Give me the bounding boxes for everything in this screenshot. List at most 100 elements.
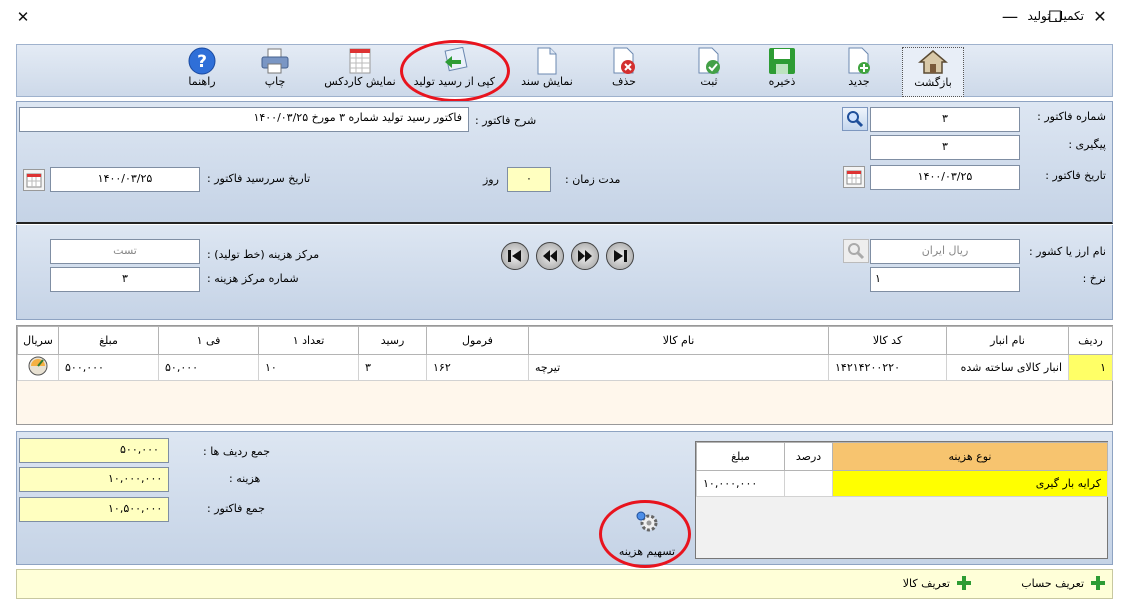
home-icon — [918, 48, 948, 76]
cell-receipt[interactable]: ۳ — [358, 354, 427, 381]
highlight-ellipse-copy — [400, 40, 510, 102]
cell-serial[interactable] — [17, 354, 59, 381]
totals-panel: جمع ردیف ها : ۵۰۰,۰۰۰ هزینه : ۱۰,۰۰۰,۰۰۰… — [16, 431, 1113, 565]
cost-center-label: مرکز هزینه (خط تولید) : — [207, 248, 320, 261]
search-icon — [847, 111, 864, 128]
cost-field[interactable]: ۱۰,۰۰۰,۰۰۰ — [19, 467, 169, 492]
table-row[interactable]: کرایه بار گیری ۱۰,۰۰۰,۰۰۰ — [696, 470, 1108, 497]
show-document-button[interactable]: نمایش سند — [517, 47, 577, 95]
print-button[interactable]: چاپ — [245, 47, 305, 95]
show-cardex-button[interactable]: نمایش کاردکس — [322, 47, 398, 95]
col-quantity[interactable]: تعداد ۱ — [258, 326, 359, 355]
tracking-field[interactable]: ۳ — [870, 135, 1020, 160]
invoice-number-field[interactable]: ۳ — [870, 107, 1020, 132]
col-serial[interactable]: سریال — [17, 326, 59, 355]
invoice-date-picker[interactable] — [843, 166, 865, 188]
due-date-label: تاریخ سررسید فاکتور : — [207, 172, 311, 185]
cost-label: هزینه : — [229, 472, 261, 485]
col-product-name[interactable]: نام کالا — [528, 326, 829, 355]
cost-center-field[interactable]: تست — [50, 239, 200, 264]
col-amount[interactable]: مبلغ — [58, 326, 159, 355]
new-button[interactable]: جدید — [829, 47, 889, 95]
cell-amount[interactable]: ۵۰۰,۰۰۰ — [58, 354, 159, 381]
calendar-grid-icon — [345, 47, 375, 75]
col-cost-type[interactable]: نوع هزینه — [832, 442, 1108, 471]
first-record-button[interactable] — [501, 242, 529, 270]
save-icon — [767, 47, 797, 75]
rate-field[interactable]: ۱ — [870, 267, 1020, 292]
cost-center-no-label: شماره مرکز هزینه : — [207, 272, 299, 285]
col-cost-amount[interactable]: مبلغ — [696, 442, 785, 471]
last-record-button[interactable] — [606, 242, 634, 270]
calendar-icon — [846, 170, 862, 185]
invoice-total-label: جمع فاکتور : — [207, 502, 265, 515]
rate-label: نرخ : — [1082, 272, 1106, 285]
items-header-row: ردیف نام انبار کد کالا نام کالا فرمول رس… — [17, 326, 1113, 355]
cell-cost-amount[interactable]: ۱۰,۰۰۰,۰۰۰ — [696, 470, 785, 497]
invoice-total-field[interactable]: ۱۰,۵۰۰,۰۰۰ — [19, 497, 169, 522]
cell-warehouse[interactable]: انبار کالای ساخته شده — [946, 354, 1069, 381]
col-row[interactable]: ردیف — [1068, 326, 1113, 355]
cost-table: نوع هزینه درصد مبلغ کرایه بار گیری ۱۰,۰۰… — [696, 442, 1108, 497]
cell-percent[interactable] — [784, 470, 833, 497]
cell-quantity[interactable]: ۱۰ — [258, 354, 359, 381]
cell-formula[interactable]: ۱۶۲ — [426, 354, 529, 381]
due-date-field[interactable]: ۱۴۰۰/۰۳/۲۵ — [50, 167, 200, 192]
maximize-icon[interactable]: ☐ — [1040, 6, 1070, 28]
col-warehouse[interactable]: نام انبار — [946, 326, 1069, 355]
currency-label: نام ارز یا کشور : — [1028, 245, 1106, 258]
new-document-icon — [844, 47, 874, 75]
description-label: شرح فاکتور : — [475, 114, 537, 127]
col-percent[interactable]: درصد — [784, 442, 833, 471]
close-icon[interactable]: ✕ — [1085, 6, 1115, 28]
cell-cost-type[interactable]: کرایه بار گیری — [832, 470, 1108, 497]
col-formula[interactable]: فرمول — [426, 326, 529, 355]
skip-last-icon — [614, 250, 627, 262]
delete-icon — [609, 47, 639, 75]
footer-bar: تعریف حساب تعریف کالا — [16, 569, 1113, 599]
search-button[interactable] — [842, 107, 868, 131]
plus-icon — [957, 576, 971, 590]
define-account-button[interactable]: تعریف حساب — [1021, 575, 1106, 591]
save-button[interactable]: ذخیره — [752, 47, 812, 95]
rows-total-field[interactable]: ۵۰۰,۰۰۰ — [19, 438, 169, 463]
highlight-ellipse-allocate — [599, 500, 691, 568]
table-row[interactable]: ۱ انبار کالای ساخته شده ۱۴۲۱۴۲۰۰۲۲۰ تیرچ… — [17, 354, 1113, 381]
cell-row[interactable]: ۱ — [1068, 354, 1113, 381]
cost-center-no-field[interactable]: ۳ — [50, 267, 200, 292]
cell-product-code[interactable]: ۱۴۲۱۴۲۰۰۲۲۰ — [828, 354, 947, 381]
col-unit-price[interactable]: فی ۱ — [158, 326, 259, 355]
cell-unit-price[interactable]: ۵۰,۰۰۰ — [158, 354, 259, 381]
currency-field[interactable]: ریال ایران — [870, 239, 1020, 264]
toolbar: بازگشت جدید ذخیره ثبت حذف نمایش سند کپی … — [16, 44, 1113, 97]
fast-forward-icon — [578, 250, 592, 262]
delete-button[interactable]: حذف — [594, 47, 654, 95]
due-date-picker[interactable] — [23, 169, 45, 191]
currency-search-button[interactable] — [843, 239, 869, 263]
col-receipt[interactable]: رسید — [358, 326, 427, 355]
confirm-button[interactable]: ثبت — [679, 47, 739, 95]
rows-total-label: جمع ردیف ها : — [203, 445, 271, 458]
window-controls: — ☐ ✕ — [0, 0, 1130, 34]
col-product-code[interactable]: کد کالا — [828, 326, 947, 355]
skip-first-icon — [508, 250, 521, 262]
cost-header-row: نوع هزینه درصد مبلغ — [696, 442, 1108, 471]
header-panel: شماره فاکتور : ۳ پیگیری : ۳ تاریخ فاکتور… — [16, 101, 1113, 224]
duration-label: مدت زمان : — [565, 173, 621, 186]
duration-field[interactable]: ۰ — [507, 167, 551, 192]
rewind-icon — [543, 250, 557, 262]
description-field[interactable]: فاکتور رسید تولید شماره ۳ مورخ ۱۴۰۰/۰۳/۲… — [19, 107, 469, 132]
tracking-label: پیگیری : — [1068, 138, 1106, 151]
duration-unit: روز — [483, 173, 499, 186]
cell-product-name[interactable]: تیرچه — [528, 354, 829, 381]
back-button[interactable]: بازگشت — [902, 47, 964, 97]
confirm-icon — [694, 47, 724, 75]
next-record-button[interactable] — [571, 242, 599, 270]
svg-text:?: ? — [197, 52, 207, 72]
define-product-button[interactable]: تعریف کالا — [903, 575, 972, 591]
invoice-date-field[interactable]: ۱۴۰۰/۰۳/۲۵ — [870, 165, 1020, 190]
previous-record-button[interactable] — [536, 242, 564, 270]
minimize-icon[interactable]: — — [995, 6, 1025, 28]
invoice-number-label: شماره فاکتور : — [1037, 110, 1106, 123]
help-button[interactable]: ? راهنما — [172, 47, 232, 95]
